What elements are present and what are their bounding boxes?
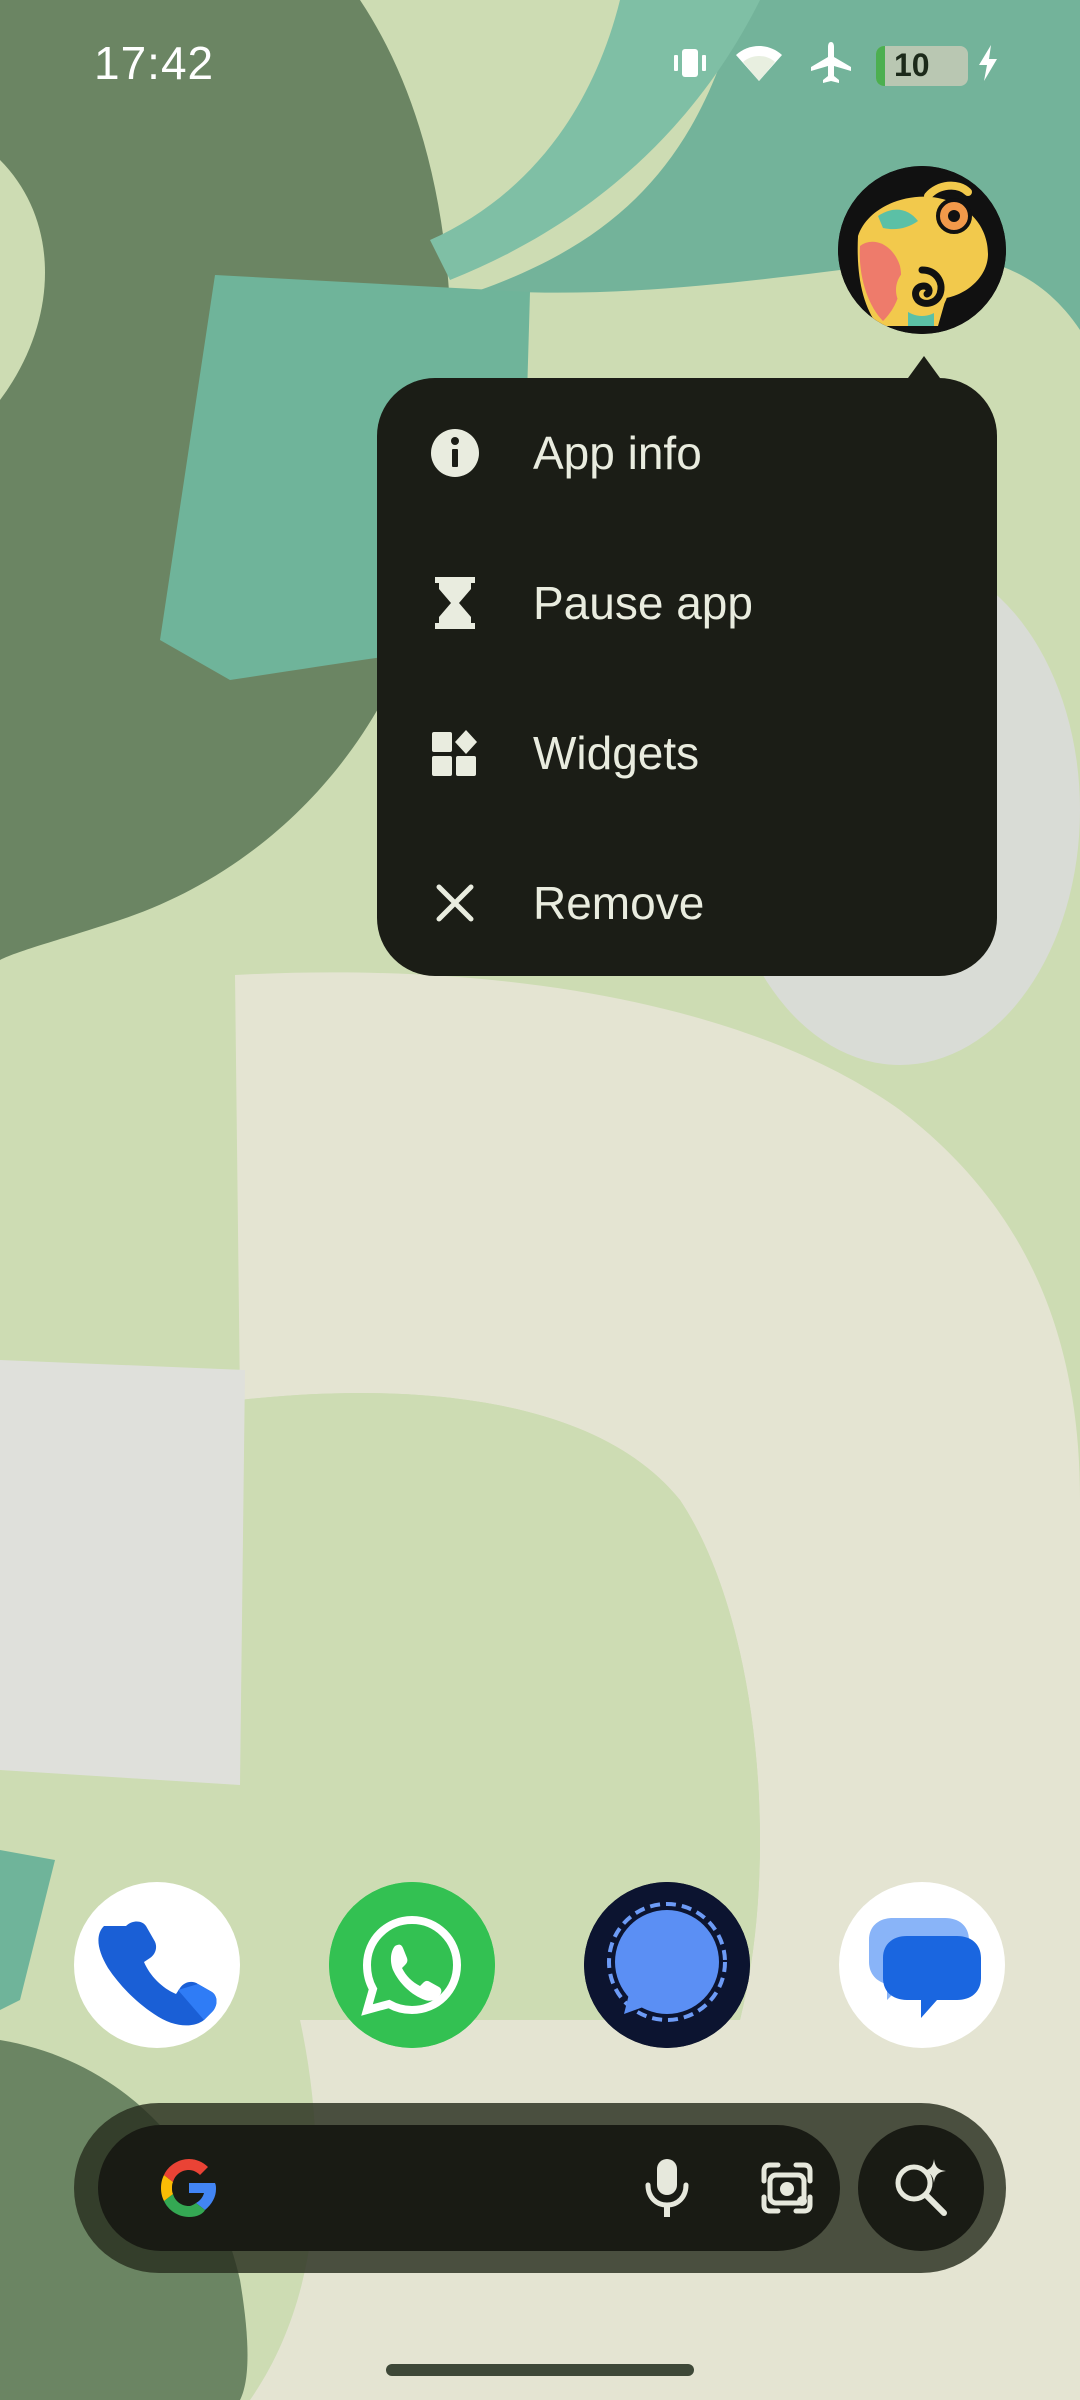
google-g-icon bbox=[156, 2155, 222, 2221]
menu-item-widgets[interactable]: Widgets bbox=[377, 678, 997, 828]
phone-app-icon[interactable] bbox=[74, 1882, 240, 2048]
vibrate-icon bbox=[670, 43, 710, 88]
lens-icon[interactable] bbox=[750, 2151, 824, 2225]
battery-level: 10 bbox=[894, 47, 930, 83]
ai-search-icon[interactable] bbox=[858, 2125, 984, 2251]
signal-app-icon[interactable] bbox=[584, 1882, 750, 2048]
menu-item-label: Pause app bbox=[533, 577, 753, 629]
menu-item-remove[interactable]: Remove bbox=[377, 828, 997, 978]
menu-item-label: Widgets bbox=[533, 727, 700, 779]
status-icons: 10 bbox=[670, 40, 1000, 91]
search-pill[interactable] bbox=[98, 2125, 840, 2251]
widgets-icon bbox=[425, 723, 485, 783]
chameleon-app-icon[interactable] bbox=[838, 166, 1006, 334]
info-icon bbox=[425, 423, 485, 483]
home-indicator[interactable] bbox=[386, 2364, 694, 2376]
menu-item-app-info[interactable]: App info bbox=[377, 378, 997, 528]
status-clock: 17:42 bbox=[94, 37, 215, 89]
menu-item-label: App info bbox=[533, 427, 702, 479]
app-context-menu: App info Pause app Widgets Remove bbox=[377, 378, 997, 976]
menu-item-pause-app[interactable]: Pause app bbox=[377, 528, 997, 678]
battery-fill bbox=[876, 45, 886, 86]
airplane-mode-icon bbox=[808, 40, 854, 91]
popup-menu-arrow bbox=[908, 356, 940, 378]
battery-charging-icon: 10 bbox=[876, 45, 968, 86]
hourglass-icon bbox=[425, 573, 485, 633]
whatsapp-app-icon[interactable] bbox=[329, 1882, 495, 2048]
status-bar: 17:42 10 bbox=[0, 0, 1080, 130]
menu-item-label: Remove bbox=[533, 877, 705, 929]
wifi-icon bbox=[732, 41, 786, 90]
search-bar bbox=[74, 2103, 1006, 2273]
close-icon bbox=[425, 873, 485, 933]
mic-icon[interactable] bbox=[630, 2151, 704, 2225]
charging-bolt-icon bbox=[976, 43, 1000, 88]
messages-app-icon[interactable] bbox=[839, 1882, 1005, 2048]
